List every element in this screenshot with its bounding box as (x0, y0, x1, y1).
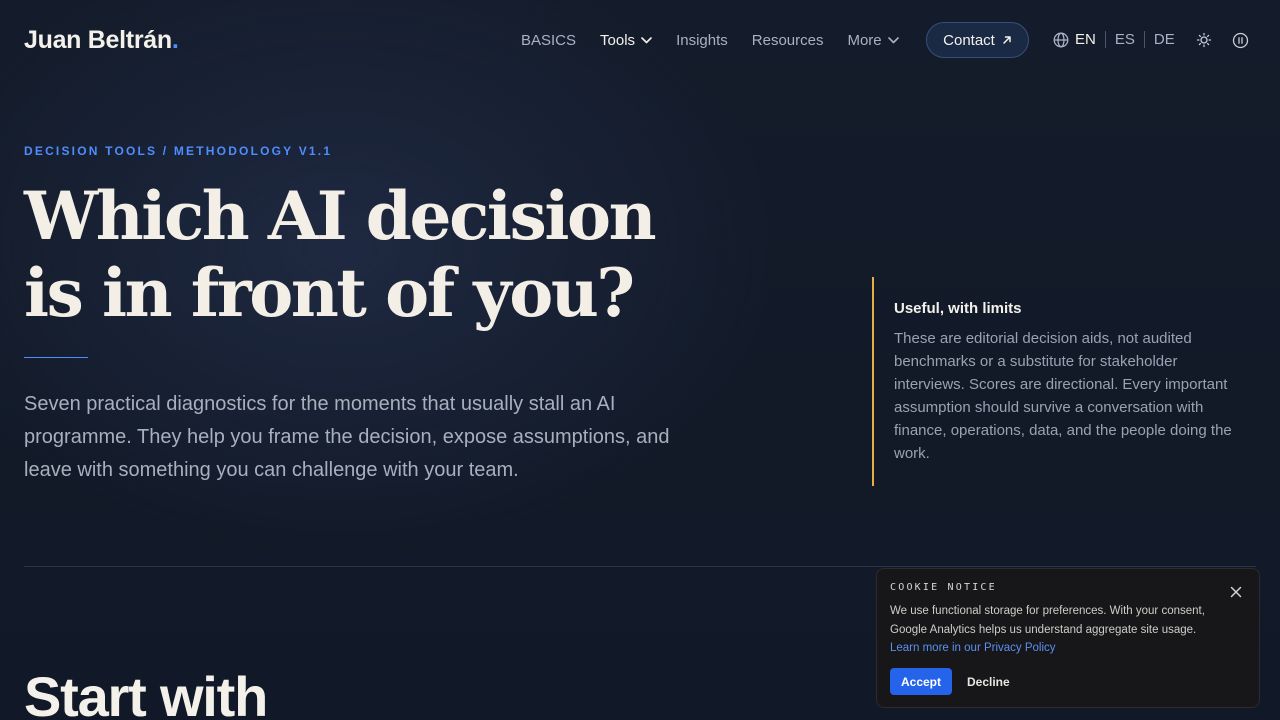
arrow-up-right-icon (1003, 36, 1011, 44)
cookie-body: We use functional storage for preference… (890, 605, 1205, 636)
contact-button[interactable]: Contact (926, 22, 1029, 58)
limits-note: Useful, with limits These are editorial … (872, 277, 1252, 486)
note-title: Useful, with limits (894, 300, 1022, 317)
cookie-text: We use functional storage for preference… (890, 602, 1220, 658)
logo-dot: . (171, 26, 179, 54)
nav-item-more[interactable]: More (847, 31, 899, 49)
main-nav: BASICS Tools Insights Resources More (521, 31, 923, 49)
nav-label: BASICS (521, 31, 577, 49)
accent-rule (24, 357, 88, 358)
lang-de[interactable]: DE (1145, 31, 1184, 48)
site-logo[interactable]: Juan Beltrán. (24, 26, 179, 55)
close-icon (1230, 586, 1242, 598)
cookie-notice: COOKIE NOTICE We use functional storage … (876, 568, 1260, 708)
language-switcher: EN ES DE (1053, 31, 1184, 48)
theme-toggle-button[interactable] (1195, 31, 1213, 49)
chevron-down-icon (641, 36, 652, 43)
sun-icon (1196, 32, 1212, 48)
nav-label: Insights (676, 31, 728, 49)
chevron-down-icon (887, 36, 899, 43)
note-body: These are editorial decision aids, not a… (894, 330, 1232, 462)
globe-icon (1053, 32, 1069, 48)
hero-eyebrow: DECISION TOOLS / METHODOLOGY V1.1 (24, 144, 333, 158)
pause-animation-button[interactable] (1231, 31, 1249, 49)
page-title: Which AI decision is in front of you? (24, 178, 744, 332)
nav-label: More (847, 31, 882, 49)
section-title: Start with (24, 665, 268, 720)
lang-en[interactable]: EN (1075, 31, 1105, 48)
nav-item-insights[interactable]: Insights (676, 32, 728, 49)
decline-button[interactable]: Decline (962, 668, 1015, 695)
nav-label: Resources (751, 31, 824, 49)
privacy-policy-link[interactable]: Learn more in our Privacy Policy (890, 642, 1056, 654)
nav-item-basics[interactable]: BASICS (521, 32, 576, 49)
pause-icon (1232, 32, 1248, 48)
nav-label: Tools (600, 31, 636, 49)
title-line-2: is in front of you? (24, 254, 635, 332)
contact-label: Contact (943, 31, 995, 49)
lang-es[interactable]: ES (1106, 31, 1144, 48)
cookie-close-button[interactable] (1229, 585, 1243, 599)
section-divider (24, 566, 1256, 567)
hero-lede: Seven practical diagnostics for the mome… (24, 393, 670, 481)
logo-text: Juan Beltrán (24, 26, 172, 54)
accept-button[interactable]: Accept (890, 668, 952, 695)
nav-item-tools[interactable]: Tools (600, 32, 652, 49)
nav-item-resources[interactable]: Resources (752, 32, 824, 49)
title-line-1: Which AI decision (24, 177, 657, 255)
cookie-title: COOKIE NOTICE (890, 582, 997, 593)
